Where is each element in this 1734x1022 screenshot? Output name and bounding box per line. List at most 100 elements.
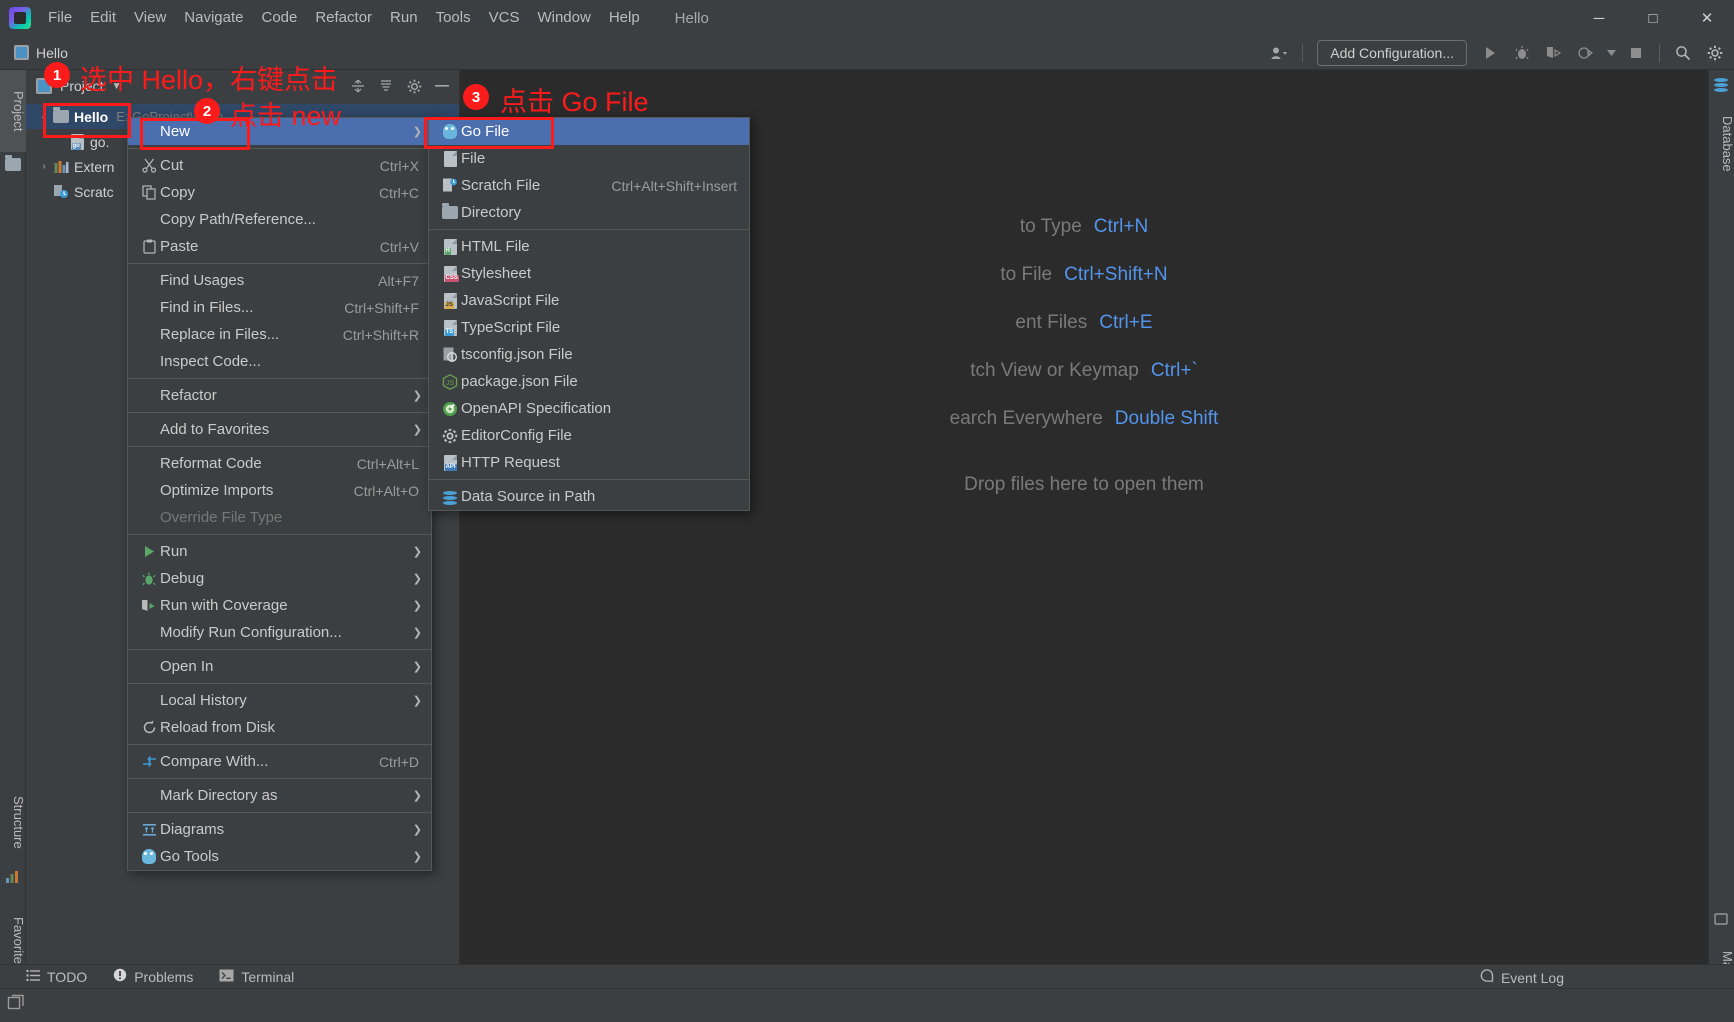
context-menu-item-modify-run-configuration[interactable]: Modify Run Configuration... ❯ bbox=[128, 619, 431, 646]
sidebar-item-project[interactable]: Project bbox=[0, 70, 26, 152]
openapi-icon bbox=[439, 401, 461, 417]
menu-help[interactable]: Help bbox=[600, 5, 649, 31]
context-menu-item-run[interactable]: Run ❯ bbox=[128, 538, 431, 565]
submenu-item-directory[interactable]: Directory bbox=[429, 199, 749, 226]
submenu-item-tsconfig-file[interactable]: tsconfig.json File bbox=[429, 341, 749, 368]
menu-navigate[interactable]: Navigate bbox=[175, 5, 252, 31]
database-icon[interactable] bbox=[1714, 78, 1730, 94]
sidebar-item-database[interactable]: Database bbox=[1709, 98, 1734, 190]
copy-icon bbox=[138, 185, 160, 200]
structure-icon[interactable] bbox=[5, 870, 21, 886]
profile-icon[interactable] bbox=[1571, 40, 1601, 66]
chevron-down-icon[interactable] bbox=[1603, 40, 1619, 66]
locate-icon[interactable] bbox=[377, 77, 395, 95]
terminal-icon bbox=[219, 969, 234, 985]
menu-code[interactable]: Code bbox=[252, 5, 306, 31]
context-menu-item-add-to-favorites[interactable]: Add to Favorites ❯ bbox=[128, 416, 431, 443]
context-menu-item-refactor[interactable]: Refactor ❯ bbox=[128, 382, 431, 409]
menu-help-label: Help bbox=[608, 9, 640, 26]
hint-key-4: Double Shift bbox=[1114, 408, 1219, 429]
menu-refactor-label: Refactor bbox=[315, 9, 373, 26]
menu-run[interactable]: Run bbox=[381, 5, 427, 31]
submenu-item-tsconfig-file-label: tsconfig.json File bbox=[461, 346, 573, 363]
submenu-item-typescript-file[interactable]: TS TypeScript File bbox=[429, 314, 749, 341]
close-icon[interactable]: ✕ bbox=[1680, 0, 1734, 36]
context-menu-item-debug[interactable]: Debug ❯ bbox=[128, 565, 431, 592]
context-menu-item-compare-with[interactable]: Compare With... Ctrl+D bbox=[128, 748, 431, 775]
context-menu-item-mark-directory-as[interactable]: Mark Directory as ❯ bbox=[128, 782, 431, 809]
external-libraries-icon bbox=[52, 160, 70, 174]
context-menu-item-find-in-files-shortcut: Ctrl+Shift+F bbox=[344, 299, 419, 316]
menu-file[interactable]: File bbox=[39, 5, 81, 31]
status-problems[interactable]: Problems bbox=[113, 968, 193, 985]
submenu-item-editorconfig-file[interactable]: EditorConfig File bbox=[429, 422, 749, 449]
minimize-icon[interactable]: ─ bbox=[1572, 0, 1626, 36]
context-menu-item-copy-path-label: Copy Path/Reference... bbox=[160, 211, 316, 228]
context-menu-item-debug-label: Debug bbox=[160, 570, 205, 587]
submenu-item-file-label: File bbox=[461, 150, 486, 167]
context-menu-item-local-history[interactable]: Local History ❯ bbox=[128, 687, 431, 714]
menu-refactor[interactable]: Refactor bbox=[306, 5, 381, 31]
menu-separator bbox=[128, 778, 431, 779]
goland-window: File Edit View Navigate Code Refactor Ru… bbox=[0, 0, 1734, 1022]
context-menu-item-diagrams[interactable]: Diagrams ❯ bbox=[128, 816, 431, 843]
submenu-item-data-source-in-path[interactable]: Data Source in Path bbox=[429, 483, 749, 510]
context-menu-item-copy-path[interactable]: Copy Path/Reference... bbox=[128, 206, 431, 233]
account-icon[interactable] bbox=[1264, 40, 1294, 66]
context-menu-item-find-usages[interactable]: Find Usages Alt+F7 bbox=[128, 267, 431, 294]
stop-icon[interactable] bbox=[1621, 40, 1651, 66]
context-menu-item-open-in[interactable]: Open In ❯ bbox=[128, 653, 431, 680]
context-menu-item-inspect-code[interactable]: Inspect Code... bbox=[128, 348, 431, 375]
gear-icon[interactable] bbox=[1700, 40, 1730, 66]
submenu-item-javascript-file[interactable]: JS JavaScript File bbox=[429, 287, 749, 314]
menu-tools[interactable]: Tools bbox=[427, 5, 480, 31]
folder-icon[interactable] bbox=[5, 155, 21, 174]
add-configuration-button[interactable]: Add Configuration... bbox=[1317, 40, 1467, 66]
breadcrumb[interactable]: Hello bbox=[36, 45, 68, 61]
submenu-item-scratch-file[interactable]: Scratch File Ctrl+Alt+Shift+Insert bbox=[429, 172, 749, 199]
context-menu-item-copy[interactable]: Copy Ctrl+C bbox=[128, 179, 431, 206]
context-menu-item-cut[interactable]: Cut Ctrl+X bbox=[128, 152, 431, 179]
context-menu-item-find-in-files[interactable]: Find in Files... Ctrl+Shift+F bbox=[128, 294, 431, 321]
status-todo[interactable]: TODO bbox=[26, 969, 87, 985]
context-menu-item-replace-in-files[interactable]: Replace in Files... Ctrl+Shift+R bbox=[128, 321, 431, 348]
context-menu-item-optimize-imports-label: Optimize Imports bbox=[160, 482, 274, 499]
hide-panel-icon[interactable] bbox=[433, 77, 451, 95]
context-menu-item-reload-from-disk[interactable]: Reload from Disk bbox=[128, 714, 431, 741]
gear-icon[interactable] bbox=[405, 77, 423, 95]
menu-view[interactable]: View bbox=[125, 5, 175, 31]
problems-icon bbox=[113, 968, 127, 985]
annotation-step-2-text: 点击 new bbox=[230, 101, 342, 131]
expand-collapse-icon[interactable] bbox=[349, 77, 367, 95]
search-icon[interactable] bbox=[1668, 40, 1698, 66]
context-menu-item-go-tools[interactable]: Go Tools ❯ bbox=[128, 843, 431, 870]
window-mode-icon[interactable] bbox=[7, 994, 25, 1017]
status-terminal[interactable]: Terminal bbox=[219, 969, 294, 985]
event-log-button[interactable]: Event Log bbox=[1480, 969, 1564, 986]
submenu-item-http-request[interactable]: API HTTP Request bbox=[429, 449, 749, 476]
menu-window[interactable]: Window bbox=[528, 5, 599, 31]
goland-logo-icon bbox=[9, 7, 31, 29]
context-menu-item-replace-in-files-shortcut: Ctrl+Shift+R bbox=[342, 326, 419, 343]
sidebar-item-structure[interactable]: Structure bbox=[0, 780, 26, 864]
run-icon[interactable] bbox=[1475, 40, 1505, 66]
context-menu-item-optimize-imports[interactable]: Optimize Imports Ctrl+Alt+O bbox=[128, 477, 431, 504]
maximize-icon[interactable]: □ bbox=[1626, 0, 1680, 36]
submenu-item-stylesheet[interactable]: CSS Stylesheet bbox=[429, 260, 749, 287]
context-menu-item-paste[interactable]: Paste Ctrl+V bbox=[128, 233, 431, 260]
html-file-icon: H bbox=[439, 238, 461, 255]
run-with-coverage-icon[interactable] bbox=[1539, 40, 1569, 66]
submenu-item-package-json-file[interactable]: JS package.json File bbox=[429, 368, 749, 395]
context-menu-item-run-with-coverage[interactable]: Run with Coverage ❯ bbox=[128, 592, 431, 619]
context-menu-item-reformat-code[interactable]: Reformat Code Ctrl+Alt+L bbox=[128, 450, 431, 477]
submenu-item-html-file[interactable]: H HTML File bbox=[429, 233, 749, 260]
submenu-item-file[interactable]: File bbox=[429, 145, 749, 172]
menu-vcs[interactable]: VCS bbox=[480, 5, 529, 31]
database-icon bbox=[439, 490, 461, 505]
debug-icon[interactable] bbox=[1507, 40, 1537, 66]
tree-row-external-libraries-label: Extern bbox=[74, 158, 115, 175]
menu-edit[interactable]: Edit bbox=[81, 5, 125, 31]
submenu-item-openapi-specification[interactable]: OpenAPI Specification bbox=[429, 395, 749, 422]
makefile-icon[interactable] bbox=[1714, 912, 1730, 928]
chevron-right-icon[interactable]: › bbox=[36, 161, 52, 172]
